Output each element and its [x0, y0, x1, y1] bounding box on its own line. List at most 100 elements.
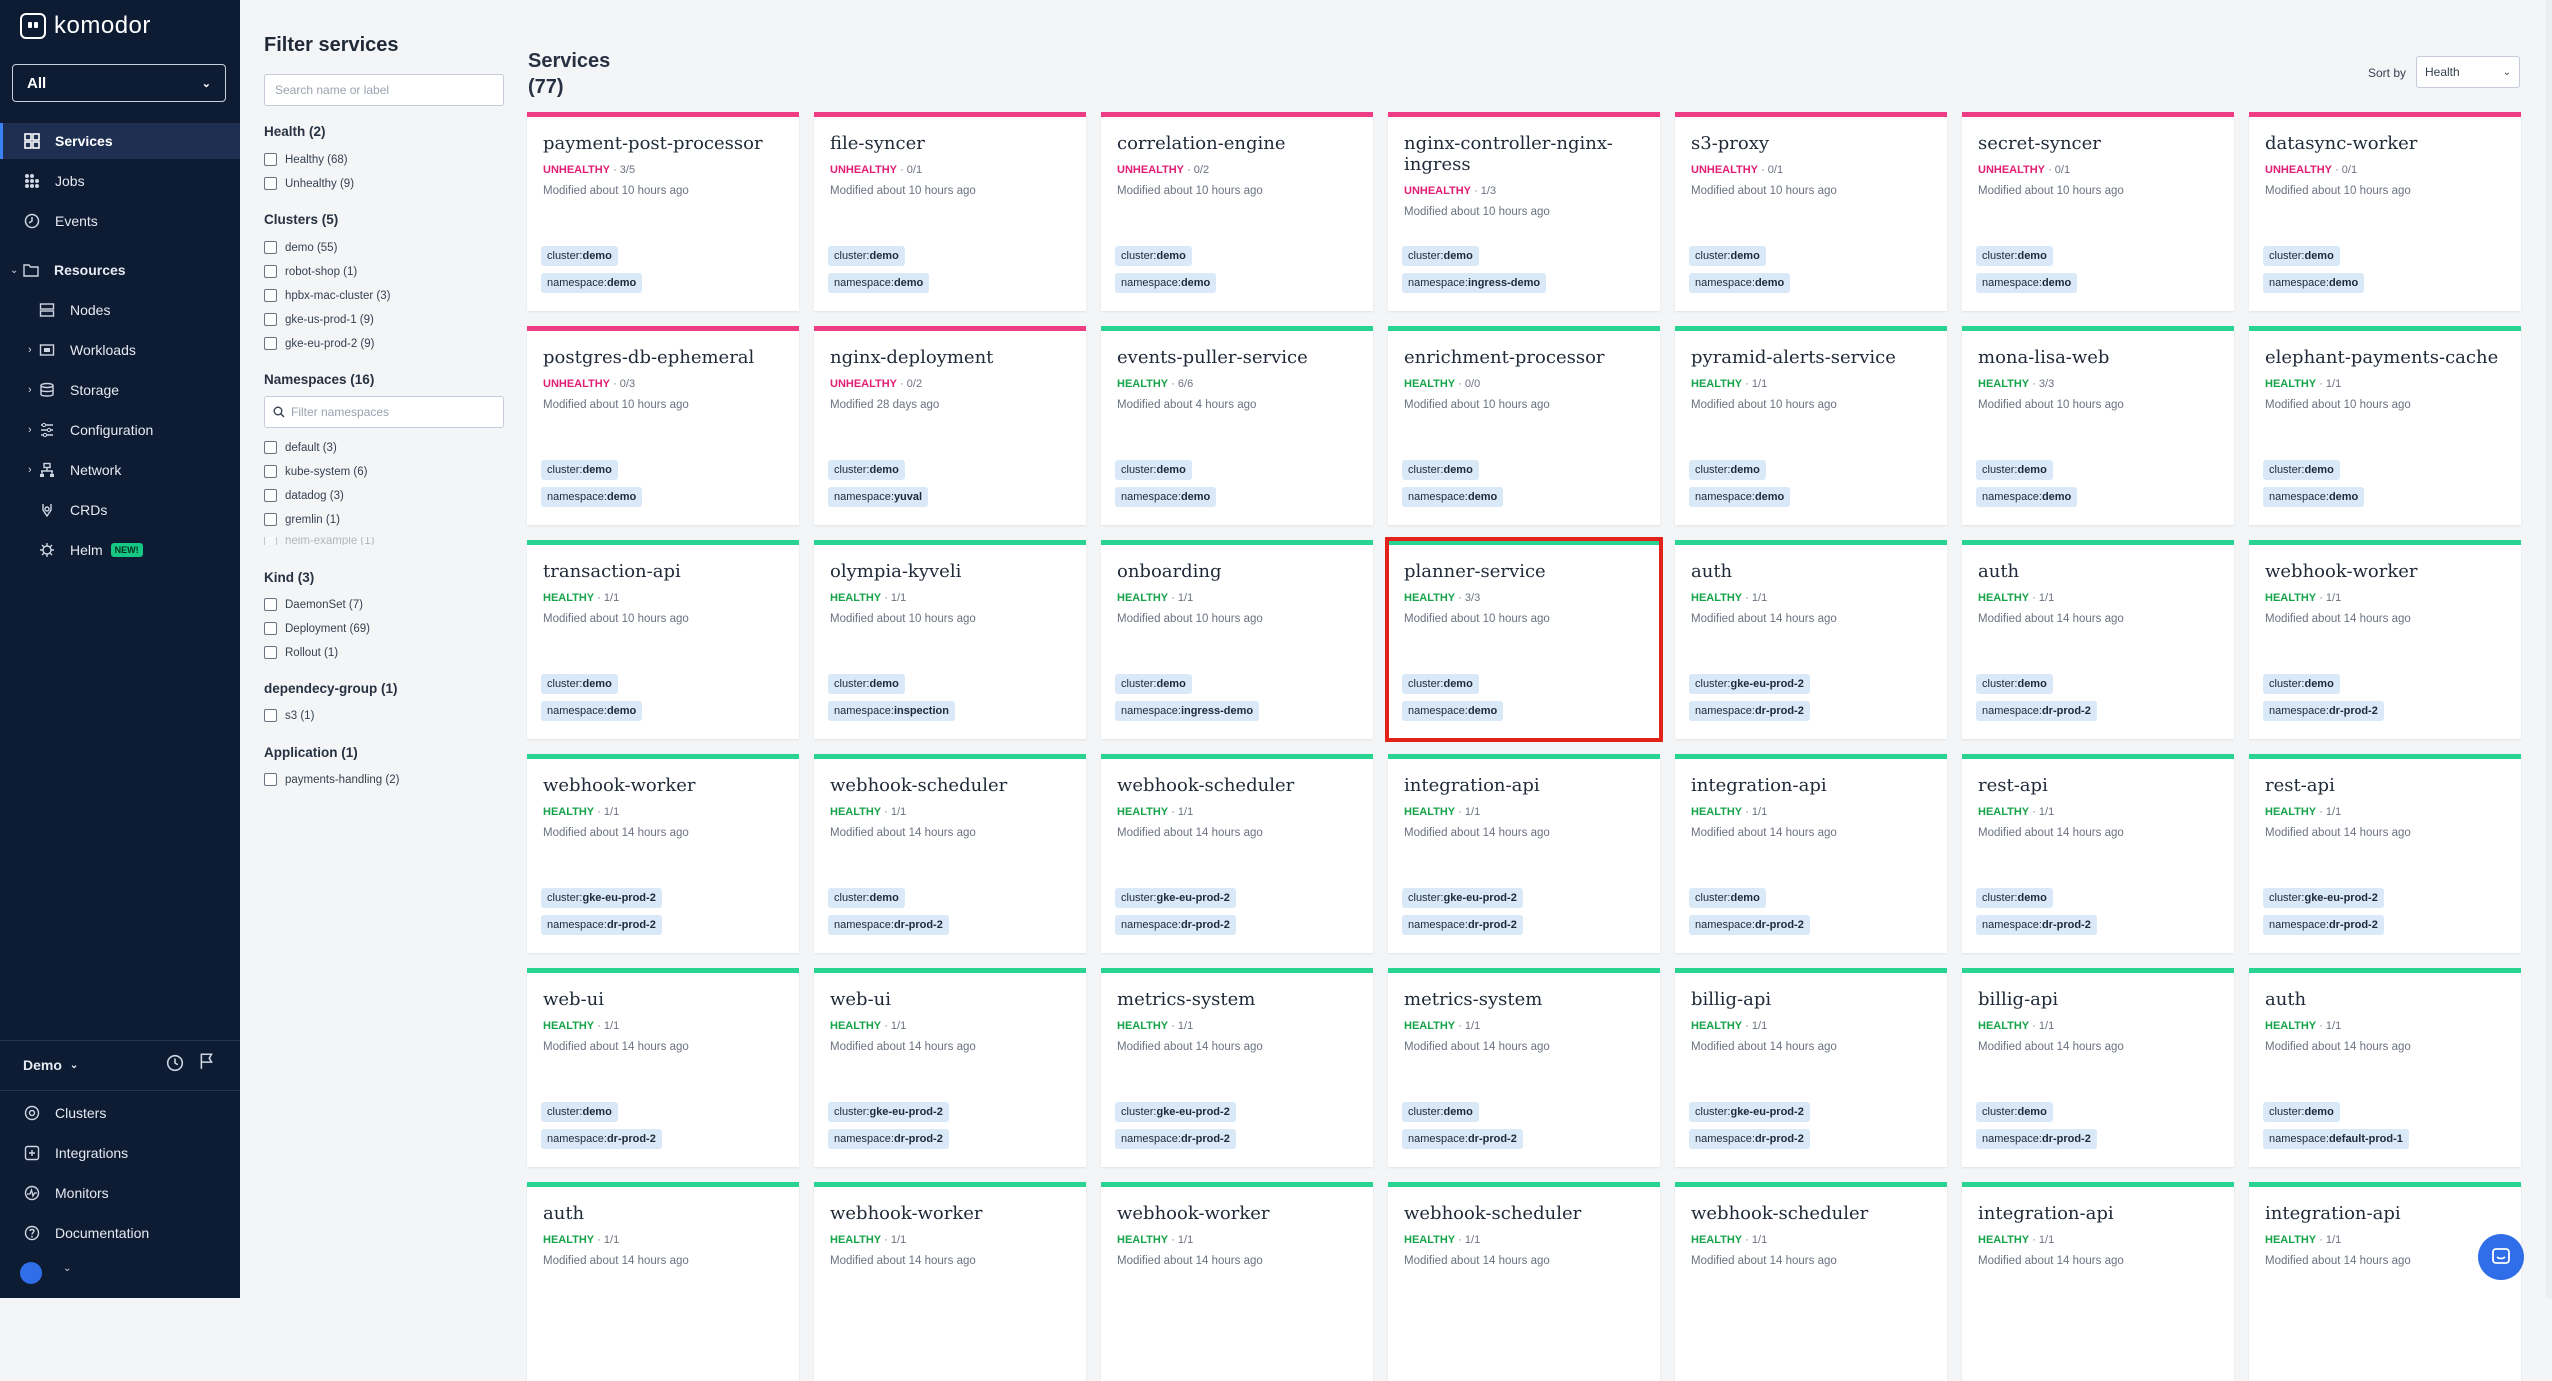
- service-card[interactable]: auth HEALTHY · 1/1 Modified about 14 hours…: [527, 1182, 799, 1381]
- service-card[interactable]: webhook-scheduler HEALTHY · 1/1 Modified a…: [1101, 754, 1373, 953]
- service-card[interactable]: auth HEALTHY · 1/1 Modified about 14 hours…: [1962, 540, 2234, 739]
- nav-resources[interactable]: ⌄ Resources: [0, 252, 240, 288]
- service-card[interactable]: events-puller-service HEALTHY · 6/6 Modifi…: [1101, 326, 1373, 525]
- service-card[interactable]: correlation-engine UNHEALTHY · 0/2 Modifie…: [1101, 112, 1373, 311]
- cluster-tag[interactable]: cluster: demo: [541, 674, 618, 694]
- filter-option[interactable]: Unhealthy (9): [264, 177, 354, 190]
- service-card[interactable]: enrichment-processor HEALTHY · 0/0 Modifie…: [1388, 326, 1660, 525]
- service-card[interactable]: nginx-deployment UNHEALTHY · 0/2 Modified …: [814, 326, 1086, 525]
- service-card[interactable]: file-syncer UNHEALTHY · 0/1 Modified about…: [814, 112, 1086, 311]
- namespace-tag[interactable]: namespace: demo: [1402, 487, 1504, 507]
- komodor-logo[interactable]: komodor: [20, 12, 151, 40]
- service-card[interactable]: s3-proxy UNHEALTHY · 0/1 Modified about 10…: [1675, 112, 1947, 311]
- service-card[interactable]: billig-api HEALTHY · 1/1 Modified about 14…: [1962, 968, 2234, 1167]
- namespace-tag[interactable]: namespace: dr-prod-2: [1976, 1129, 2097, 1149]
- service-card[interactable]: postgres-db-ephemeral UNHEALTHY · 0/3 Modi…: [527, 326, 799, 525]
- service-card[interactable]: auth HEALTHY · 1/1 Modified about 14 hours…: [2249, 968, 2521, 1167]
- namespace-tag[interactable]: namespace: demo: [1976, 273, 2078, 293]
- checkbox[interactable]: [264, 709, 277, 722]
- checkbox[interactable]: [264, 337, 277, 350]
- namespace-tag[interactable]: namespace: dr-prod-2: [1402, 1129, 1523, 1149]
- nav-integrations[interactable]: Integrations: [0, 1135, 240, 1171]
- service-card[interactable]: integration-api HEALTHY · 1/1 Modified abo…: [2249, 1182, 2521, 1381]
- namespace-tag[interactable]: namespace: ingress-demo: [1402, 273, 1547, 293]
- cluster-tag[interactable]: cluster: gke-eu-prod-2: [2263, 888, 2384, 908]
- filter-option[interactable]: s3 (1): [264, 709, 314, 722]
- cluster-tag[interactable]: cluster: gke-eu-prod-2: [1689, 674, 1810, 694]
- service-card[interactable]: auth HEALTHY · 1/1 Modified about 14 hours…: [1675, 540, 1947, 739]
- cluster-tag[interactable]: cluster: demo: [1976, 246, 2053, 266]
- sort-select[interactable]: Health ⌄: [2416, 56, 2520, 88]
- namespace-tag[interactable]: namespace: demo: [2263, 487, 2365, 507]
- cluster-tag[interactable]: cluster: demo: [1115, 246, 1192, 266]
- service-card[interactable]: webhook-scheduler HEALTHY · 1/1 Modified a…: [814, 754, 1086, 953]
- flag-icon[interactable]: [198, 1052, 216, 1075]
- namespace-tag[interactable]: namespace: demo: [541, 701, 643, 721]
- service-card[interactable]: olympia-kyveli HEALTHY · 1/1 Modified abou…: [814, 540, 1086, 739]
- nav-storage[interactable]: › Storage: [0, 372, 240, 408]
- checkbox[interactable]: [264, 489, 277, 502]
- service-card[interactable]: webhook-worker HEALTHY · 1/1 Modified abou…: [2249, 540, 2521, 739]
- namespace-tag[interactable]: namespace: demo: [541, 273, 643, 293]
- filter-option[interactable]: payments-handling (2): [264, 773, 399, 786]
- cluster-tag[interactable]: cluster: demo: [1115, 674, 1192, 694]
- namespace-tag[interactable]: namespace: dr-prod-2: [828, 1129, 949, 1149]
- filter-option[interactable]: Deployment (69): [264, 622, 370, 635]
- namespace-tag[interactable]: namespace: ingress-demo: [1115, 701, 1260, 721]
- namespace-tag[interactable]: namespace: demo: [541, 487, 643, 507]
- chevron-down-icon[interactable]: ⌄: [63, 1263, 71, 1274]
- filter-option[interactable]: gremlin (1): [264, 513, 340, 526]
- service-card[interactable]: webhook-scheduler HEALTHY · 1/1 Modified a…: [1388, 1182, 1660, 1381]
- namespace-tag[interactable]: namespace: demo: [1689, 273, 1791, 293]
- namespace-tag[interactable]: namespace: dr-prod-2: [1402, 915, 1523, 935]
- nav-clusters[interactable]: Clusters: [0, 1095, 240, 1131]
- service-card[interactable]: metrics-system HEALTHY · 1/1 Modified abou…: [1388, 968, 1660, 1167]
- namespace-tag[interactable]: namespace: dr-prod-2: [1115, 915, 1236, 935]
- scrollbar[interactable]: [2546, 0, 2552, 1298]
- service-card[interactable]: planner-service HEALTHY · 3/3 Modified abo…: [1385, 537, 1663, 742]
- namespace-tag[interactable]: namespace: demo: [828, 273, 930, 293]
- cluster-tag[interactable]: cluster: gke-eu-prod-2: [1402, 888, 1523, 908]
- namespace-tag[interactable]: namespace: dr-prod-2: [2263, 915, 2384, 935]
- service-card[interactable]: webhook-worker HEALTHY · 1/1 Modified abou…: [814, 1182, 1086, 1381]
- service-card[interactable]: webhook-worker HEALTHY · 1/1 Modified abou…: [527, 754, 799, 953]
- service-card[interactable]: transaction-api HEALTHY · 1/1 Modified abo…: [527, 540, 799, 739]
- service-card[interactable]: pyramid-alerts-service HEALTHY · 1/1 Modif…: [1675, 326, 1947, 525]
- namespace-tag[interactable]: namespace: dr-prod-2: [2263, 701, 2384, 721]
- cluster-tag[interactable]: cluster: demo: [828, 460, 905, 480]
- cluster-tag[interactable]: cluster: demo: [1976, 1102, 2053, 1122]
- filter-option[interactable]: gke-us-prod-1 (9): [264, 313, 374, 326]
- filter-option[interactable]: Rollout (1): [264, 646, 338, 659]
- checkbox[interactable]: [264, 241, 277, 254]
- nav-monitors[interactable]: Monitors: [0, 1175, 240, 1211]
- service-card[interactable]: elephant-payments-cache HEALTHY · 1/1 Modi…: [2249, 326, 2521, 525]
- service-card[interactable]: datasync-worker UNHEALTHY · 0/1 Modified a…: [2249, 112, 2521, 311]
- namespace-tag[interactable]: namespace: yuval: [828, 487, 929, 507]
- checkbox[interactable]: [264, 313, 277, 326]
- service-card[interactable]: rest-api HEALTHY · 1/1 Modified about 14 h…: [1962, 754, 2234, 953]
- filter-option[interactable]: helm-example (1): [264, 537, 374, 545]
- cluster-tag[interactable]: cluster: demo: [1402, 246, 1479, 266]
- nav-configuration[interactable]: › Configuration: [0, 412, 240, 448]
- namespace-tag[interactable]: namespace: dr-prod-2: [828, 915, 949, 935]
- cluster-tag[interactable]: cluster: demo: [1402, 1102, 1479, 1122]
- cluster-tag[interactable]: cluster: demo: [1976, 460, 2053, 480]
- cluster-tag[interactable]: cluster: demo: [541, 460, 618, 480]
- namespace-tag[interactable]: namespace: dr-prod-2: [1115, 1129, 1236, 1149]
- checkbox[interactable]: [264, 441, 277, 454]
- nav-nodes[interactable]: Nodes: [0, 292, 240, 328]
- service-card[interactable]: web-ui HEALTHY · 1/1 Modified about 14 hou…: [527, 968, 799, 1167]
- cluster-tag[interactable]: cluster: demo: [541, 246, 618, 266]
- namespace-tag[interactable]: namespace: dr-prod-2: [541, 915, 662, 935]
- cluster-tag[interactable]: cluster: demo: [1689, 460, 1766, 480]
- service-card[interactable]: mona-lisa-web HEALTHY · 3/3 Modified about…: [1962, 326, 2234, 525]
- namespace-tag[interactable]: namespace: demo: [2263, 273, 2365, 293]
- filter-option[interactable]: datadog (3): [264, 489, 344, 502]
- cluster-tag[interactable]: cluster: demo: [1689, 246, 1766, 266]
- service-card[interactable]: secret-syncer UNHEALTHY · 0/1 Modified abo…: [1962, 112, 2234, 311]
- namespace-tag[interactable]: namespace: demo: [1115, 487, 1217, 507]
- cluster-tag[interactable]: cluster: demo: [2263, 460, 2340, 480]
- service-card[interactable]: payment-post-processor UNHEALTHY · 3/5 Mod…: [527, 112, 799, 311]
- cluster-tag[interactable]: cluster: demo: [828, 674, 905, 694]
- cluster-tag[interactable]: cluster: demo: [1402, 460, 1479, 480]
